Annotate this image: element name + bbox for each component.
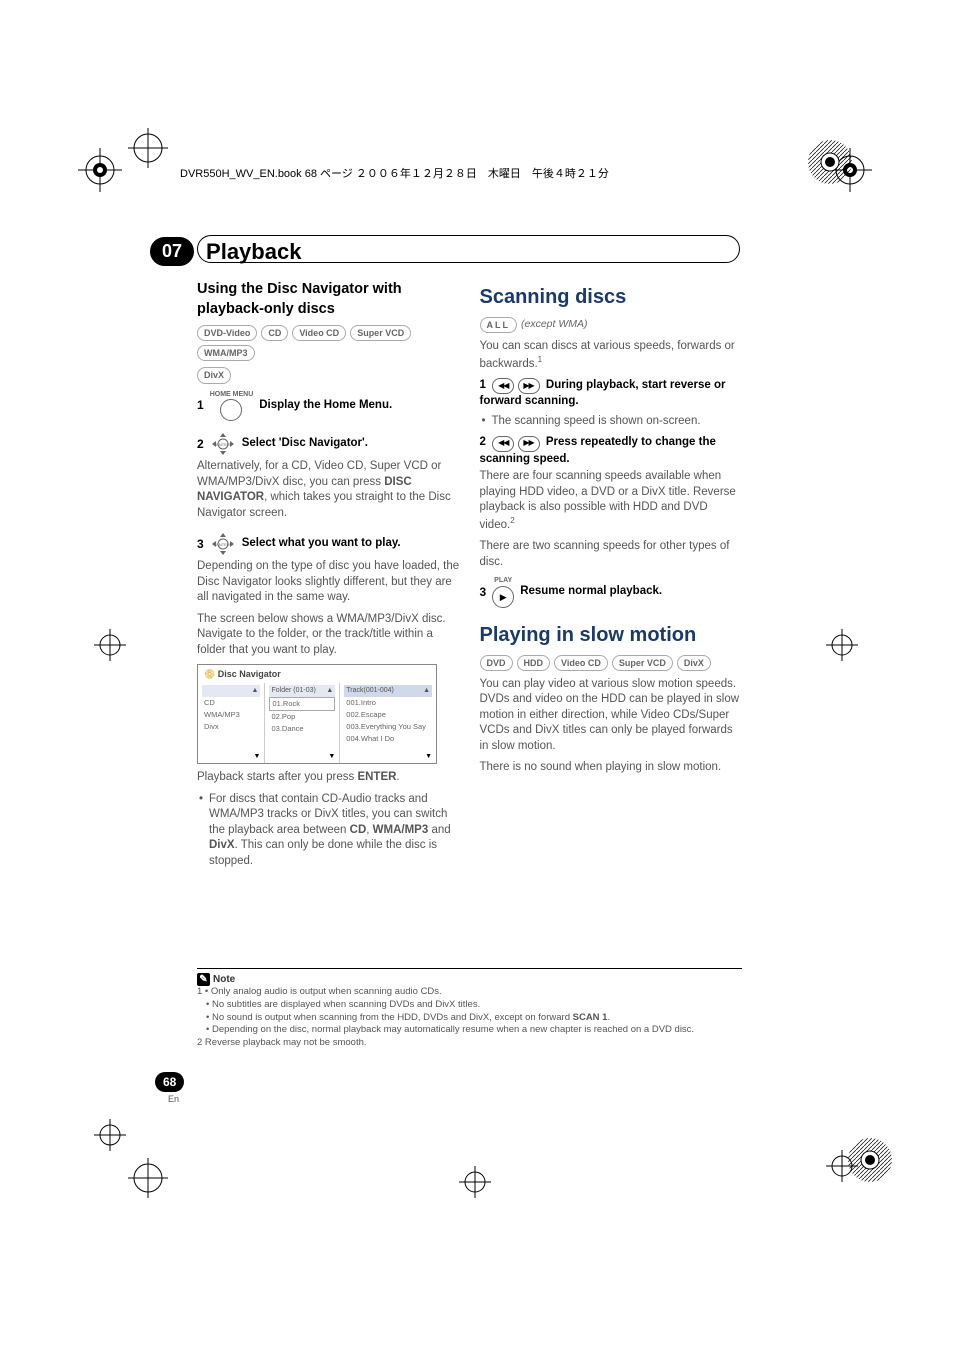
scan-step-1: 1 ◀◀ ▶▶ During playback, start reverse o… bbox=[480, 378, 743, 410]
right-column: Scanning discs ALL (except WMA) You can … bbox=[480, 280, 743, 871]
step-2-line: 2 ENTER Select 'Disc Navigator'. bbox=[197, 431, 460, 457]
section-title: Using the Disc Navigator with playback-o… bbox=[197, 280, 460, 319]
page: DVR550H_WV_EN.book 68 ページ ２００６年１２月２８日 木曜… bbox=[0, 0, 954, 1351]
bullet-switch-area: For discs that contain CD-Audio tracks a… bbox=[197, 792, 460, 870]
step-3-num: 3 bbox=[197, 536, 204, 552]
discnav-c3-i3: 004.What I Do bbox=[344, 733, 432, 745]
home-menu-btn: HOME MENU bbox=[210, 390, 254, 421]
step-3-body-1: Depending on the type of disc you have l… bbox=[197, 559, 460, 606]
format-badges: DVD-Video CD Video CD Super VCD WMA/MP3 bbox=[197, 325, 460, 361]
reg-corner-tl bbox=[128, 128, 168, 168]
nav-cross-icon-2: ENTER bbox=[210, 531, 236, 557]
rev-scan-icon: ◀◀ bbox=[492, 378, 514, 394]
page-language: En bbox=[168, 1094, 179, 1104]
nav-cross-icon: ENTER bbox=[210, 431, 236, 457]
discnav-c2-i1: 02.Pop bbox=[269, 711, 335, 723]
step-1-line: 1 HOME MENU Display the Home Menu. bbox=[197, 390, 460, 421]
slow-badges: DVD HDD Video CD Super VCD DivX bbox=[480, 655, 743, 671]
fwd-scan-icon-2: ▶▶ bbox=[518, 436, 540, 452]
note-line-1: 1 • Only analog audio is output when sca… bbox=[197, 986, 742, 999]
discnav-c1-i0: CD bbox=[202, 697, 260, 709]
chapter-num-badge: 07 bbox=[150, 237, 194, 266]
badge-videocd-2: Video CD bbox=[554, 655, 608, 671]
scan-s2-body: There are four scanning speeds available… bbox=[480, 469, 743, 533]
badge-cd: CD bbox=[261, 325, 288, 341]
step-1-num: 1 bbox=[197, 397, 204, 413]
scan-step-2: 2 ◀◀ ▶▶ Press repeatedly to change the s… bbox=[480, 435, 743, 467]
discnav-c2-i0: 01.Rock bbox=[269, 697, 335, 711]
note-label: ✎ Note bbox=[197, 973, 235, 986]
playback-starts: Playback starts after you press ENTER. bbox=[197, 770, 460, 786]
scan-speed-shown: The scanning speed is shown on-screen. bbox=[480, 414, 743, 430]
badge-hdd: HDD bbox=[517, 655, 551, 671]
rev-scan-icon-2: ◀◀ bbox=[492, 436, 514, 452]
heading-scanning-discs: Scanning discs bbox=[480, 284, 743, 311]
header-filename: DVR550H_WV_EN.book 68 ページ ２００６年１２月２８日 木曜… bbox=[180, 165, 609, 181]
step-2-num: 2 bbox=[197, 436, 204, 452]
reg-corner-tr-pattern bbox=[800, 132, 860, 192]
page-number: 68 bbox=[155, 1072, 184, 1092]
chapter-header: 07 Playback bbox=[150, 237, 301, 266]
note-icon: ✎ bbox=[197, 973, 210, 986]
chapter-title: Playback bbox=[206, 239, 301, 265]
badge-divx: DivX bbox=[197, 367, 231, 383]
badge-wma-mp3: WMA/MP3 bbox=[197, 345, 255, 361]
svg-text:ENTER: ENTER bbox=[216, 442, 230, 447]
left-column: Using the Disc Navigator with playback-o… bbox=[197, 280, 460, 871]
badge-videocd: Video CD bbox=[292, 325, 346, 341]
slow-body-2: There is no sound when playing in slow m… bbox=[480, 760, 743, 776]
scan-intro: You can scan discs at various speeds, fo… bbox=[480, 339, 743, 372]
play-button: PLAY ▶ bbox=[492, 576, 514, 607]
note-line-3: • No sound is output when scanning from … bbox=[197, 1012, 742, 1025]
content-columns: Using the Disc Navigator with playback-o… bbox=[197, 280, 742, 871]
badge-divx-2: DivX bbox=[677, 655, 711, 671]
badge-dvd: DVD bbox=[480, 655, 513, 671]
badge-svcd-2: Super VCD bbox=[612, 655, 673, 671]
discnav-c3-i2: 003.Everything You Say bbox=[344, 721, 432, 733]
heading-slow-motion: Playing in slow motion bbox=[480, 622, 743, 649]
fwd-scan-icon: ▶▶ bbox=[518, 378, 540, 394]
step-2-body: Alternatively, for a CD, Video CD, Super… bbox=[197, 459, 460, 521]
discnav-title: 📀 Disc Navigator bbox=[198, 665, 436, 683]
discnav-c1-i2: Divx bbox=[202, 721, 260, 733]
step-3-line: 3 ENTER Select what you want to play. bbox=[197, 531, 460, 557]
step-1-text: Display the Home Menu. bbox=[259, 398, 392, 414]
scan-s2-body-2: There are two scanning speeds for other … bbox=[480, 539, 743, 570]
discnav-c2-i2: 03.Dance bbox=[269, 723, 335, 735]
except-wma: (except WMA) bbox=[521, 317, 588, 333]
reg-bot-mid bbox=[455, 1162, 495, 1202]
badge-svcd: Super VCD bbox=[350, 325, 411, 341]
slow-body-1: You can play video at various slow motio… bbox=[480, 677, 743, 755]
reg-mid-right bbox=[822, 625, 862, 665]
note-line-5: 2 Reverse playback may not be smooth. bbox=[197, 1037, 742, 1050]
note-section: ✎ Note 1 • Only analog audio is output w… bbox=[197, 968, 742, 1050]
discnav-c3-i0: 001.Intro bbox=[344, 697, 432, 709]
scan-step-3: 3 PLAY ▶ Resume normal playback. bbox=[480, 576, 743, 607]
step-2-text: Select 'Disc Navigator'. bbox=[242, 436, 368, 452]
step-3-text: Select what you want to play. bbox=[242, 536, 401, 552]
reg-bot-left bbox=[90, 1115, 130, 1155]
disc-navigator-screenshot: 📀 Disc Navigator ▲ CD WMA/MP3 Divx ▼ Fol… bbox=[197, 664, 437, 764]
home-menu-icon bbox=[220, 399, 242, 421]
discnav-c3-i1: 002.Escape bbox=[344, 709, 432, 721]
note-line-2: • No subtitles are displayed when scanni… bbox=[197, 999, 742, 1012]
play-icon: ▶ bbox=[492, 586, 514, 608]
reg-corner-bl bbox=[128, 1158, 168, 1198]
discnav-c1-i1: WMA/MP3 bbox=[202, 709, 260, 721]
step-3-body-2: The screen below shows a WMA/MP3/DivX di… bbox=[197, 612, 460, 659]
badge-all: ALL bbox=[480, 317, 518, 333]
svg-text:ENTER: ENTER bbox=[216, 542, 230, 547]
reg-mid-left bbox=[90, 625, 130, 665]
reg-corner-br-pattern bbox=[840, 1130, 900, 1190]
note-line-4: • Depending on the disc, normal playback… bbox=[197, 1024, 742, 1037]
reg-top-left bbox=[70, 140, 130, 200]
format-badges-2: DivX bbox=[197, 367, 460, 383]
badge-dvd-video: DVD-Video bbox=[197, 325, 257, 341]
